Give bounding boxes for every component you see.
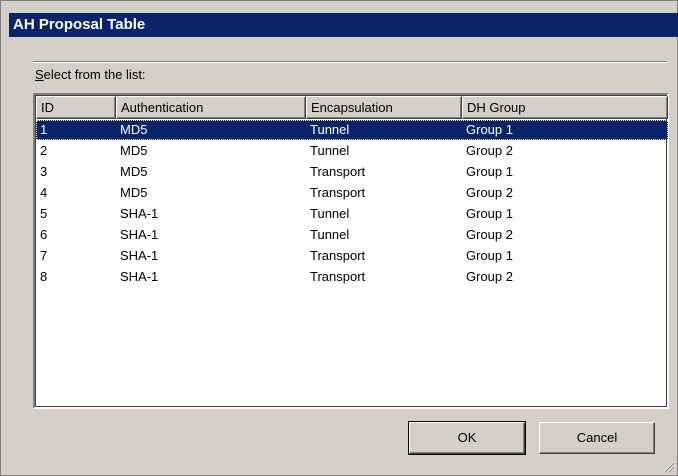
cell-authentication: MD5: [120, 164, 148, 179]
table-row[interactable]: 8 SHA-1 Transport Group 2: [36, 267, 668, 288]
cell-id: 6: [40, 227, 48, 242]
cancel-button[interactable]: Cancel: [539, 422, 655, 454]
cell-dh-group: Group 1: [466, 206, 513, 221]
resize-grip-icon[interactable]: [661, 459, 675, 473]
cell-id: 1: [40, 122, 48, 137]
cell-encapsulation: Transport: [310, 164, 366, 179]
table-row[interactable]: 6 SHA-1 Tunnel Group 2: [36, 225, 668, 246]
cell-encapsulation: Tunnel: [310, 206, 350, 221]
cell-encapsulation: Tunnel: [310, 227, 350, 242]
cell-authentication: SHA-1: [120, 227, 159, 242]
table-row[interactable]: 4 MD5 Transport Group 2: [36, 183, 668, 204]
cell-dh-group: Group 1: [466, 122, 513, 137]
cell-encapsulation: Transport: [310, 248, 366, 263]
column-header-dh-group[interactable]: DH Group: [462, 96, 668, 119]
list-rows: 1 MD5 Tunnel Group 1 2 MD5 Tunnel Group 2 3 MD5 Tr…: [36, 120, 668, 288]
column-header-encapsulation[interactable]: Encapsulation: [306, 96, 462, 119]
cell-dh-group: Group 2: [466, 227, 513, 242]
cell-authentication: SHA-1: [120, 248, 159, 263]
column-header-id[interactable]: ID: [36, 96, 116, 119]
cell-encapsulation: Tunnel: [310, 143, 350, 158]
table-row[interactable]: 3 MD5 Transport Group 1: [36, 162, 668, 183]
proposal-list[interactable]: ID Authentication Encapsulation DH Group…: [33, 93, 669, 409]
cell-id: 4: [40, 185, 48, 200]
column-header-authentication[interactable]: Authentication: [116, 96, 306, 119]
list-instruction: Select from the list:: [35, 67, 146, 82]
cell-authentication: SHA-1: [120, 206, 159, 221]
cell-id: 2: [40, 143, 48, 158]
cell-id: 3: [40, 164, 48, 179]
cell-id: 5: [40, 206, 48, 221]
cell-dh-group: Group 2: [466, 185, 513, 200]
cell-encapsulation: Tunnel: [310, 122, 350, 137]
cell-encapsulation: Transport: [310, 269, 366, 284]
cell-dh-group: Group 2: [466, 269, 513, 284]
window-title[interactable]: AH Proposal Table: [9, 13, 678, 37]
cell-id: 8: [40, 269, 48, 284]
table-row[interactable]: 5 SHA-1 Tunnel Group 1: [36, 204, 668, 225]
ah-proposal-dialog: AH Proposal Table Select from the list: …: [0, 0, 678, 476]
cell-authentication: SHA-1: [120, 269, 159, 284]
cell-id: 7: [40, 248, 48, 263]
cell-encapsulation: Transport: [310, 185, 366, 200]
table-row[interactable]: 2 MD5 Tunnel Group 2: [36, 141, 668, 162]
cell-dh-group: Group 2: [466, 143, 513, 158]
instruction-text: elect from the list:: [43, 67, 146, 82]
table-row[interactable]: 7 SHA-1 Transport Group 1: [36, 246, 668, 267]
ok-button[interactable]: OK: [408, 421, 526, 455]
cell-authentication: MD5: [120, 122, 148, 137]
cell-authentication: MD5: [120, 185, 148, 200]
instruction-mnemonic: S: [35, 67, 44, 82]
table-row[interactable]: 1 MD5 Tunnel Group 1: [36, 120, 668, 141]
list-header: ID Authentication Encapsulation DH Group: [36, 96, 668, 119]
cell-dh-group: Group 1: [466, 248, 513, 263]
cell-authentication: MD5: [120, 143, 148, 158]
cell-dh-group: Group 1: [466, 164, 513, 179]
